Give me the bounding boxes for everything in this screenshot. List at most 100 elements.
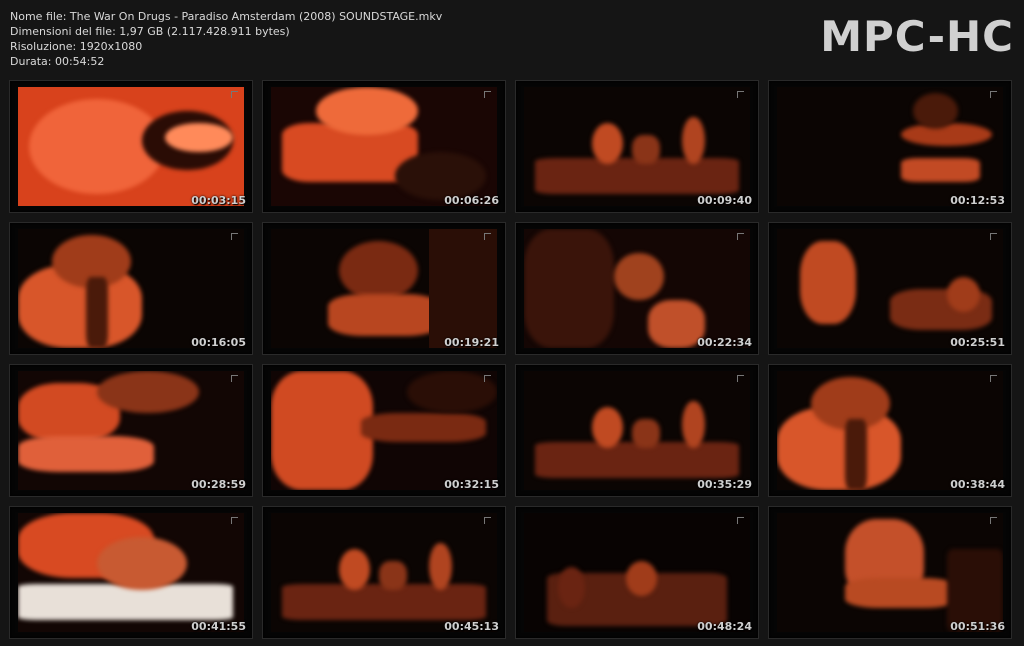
corner-mark-icon xyxy=(990,375,997,382)
thumbnail-frame xyxy=(271,371,497,490)
corner-mark-icon xyxy=(231,233,238,240)
thumbnail-frame xyxy=(524,87,750,206)
scene-shape xyxy=(395,152,486,201)
thumbnail-frame xyxy=(18,87,244,206)
scene-shape xyxy=(361,412,486,443)
scene-shape xyxy=(379,560,407,591)
scene-shape xyxy=(429,229,497,348)
scene-shape xyxy=(535,158,739,195)
thumbnail-frame xyxy=(777,513,1003,632)
thumbnail: 00:25:51 xyxy=(768,222,1012,355)
scene-shape xyxy=(799,240,857,325)
scene-shape xyxy=(338,240,418,301)
file-name: Nome file: The War On Drugs - Paradiso A… xyxy=(10,10,443,23)
scene-shape xyxy=(282,584,486,621)
thumbnail-frame xyxy=(524,371,750,490)
scene-shape xyxy=(682,116,705,165)
scene-shape xyxy=(271,371,373,490)
thumbnail: 00:09:40 xyxy=(515,80,759,213)
corner-mark-icon xyxy=(737,517,744,524)
scene-shape xyxy=(632,134,660,165)
timestamp: 00:28:59 xyxy=(191,478,246,491)
timestamp: 00:51:36 xyxy=(950,620,1005,633)
timestamp: 00:12:53 xyxy=(950,194,1005,207)
corner-mark-icon xyxy=(737,375,744,382)
corner-mark-icon xyxy=(484,91,491,98)
corner-mark-icon xyxy=(231,375,238,382)
scene-shape xyxy=(316,87,418,135)
scene-shape xyxy=(614,252,665,301)
corner-mark-icon xyxy=(484,517,491,524)
file-resolution: Risoluzione: 1920x1080 xyxy=(10,40,143,53)
thumbnail: 00:32:15 xyxy=(262,364,506,497)
thumbnail-grid: 00:03:15 00:06:26 00:09:40 00:12:53 00:16:05… xyxy=(9,80,1012,639)
thumbnail-frame xyxy=(18,229,244,348)
timestamp: 00:09:40 xyxy=(697,194,752,207)
corner-mark-icon xyxy=(484,375,491,382)
thumbnail: 00:48:24 xyxy=(515,506,759,639)
thumbnail-frame xyxy=(271,513,497,632)
corner-mark-icon xyxy=(737,233,744,240)
thumbnail: 00:06:26 xyxy=(262,80,506,213)
thumbnail: 00:16:05 xyxy=(9,222,253,355)
thumbnail-frame xyxy=(18,513,244,632)
timestamp: 00:45:13 xyxy=(444,620,499,633)
scene-shape xyxy=(844,418,868,490)
thumbnail-frame xyxy=(777,229,1003,348)
scene-shape xyxy=(18,584,233,621)
scene-shape xyxy=(632,418,660,449)
scene-shape xyxy=(97,371,199,413)
corner-mark-icon xyxy=(990,91,997,98)
scene-shape xyxy=(429,542,452,591)
thumbnail-frame xyxy=(271,229,497,348)
scene-shape xyxy=(85,276,109,348)
timestamp: 00:48:24 xyxy=(697,620,752,633)
file-duration: Durata: 00:54:52 xyxy=(10,55,105,68)
timestamp: 00:22:34 xyxy=(697,336,752,349)
timestamp: 00:38:44 xyxy=(950,478,1005,491)
corner-mark-icon xyxy=(231,91,238,98)
scene-shape xyxy=(777,87,1003,206)
thumbnail: 00:41:55 xyxy=(9,506,253,639)
timestamp: 00:19:21 xyxy=(444,336,499,349)
corner-mark-icon xyxy=(990,233,997,240)
thumbnail-frame xyxy=(271,87,497,206)
scene-shape xyxy=(682,400,705,449)
thumbnail: 00:45:13 xyxy=(262,506,506,639)
thumbnail: 00:51:36 xyxy=(768,506,1012,639)
thumbnail: 00:35:29 xyxy=(515,364,759,497)
scene-shape xyxy=(844,578,958,609)
file-size: Dimensioni del file: 1,97 GB (2.117.428.… xyxy=(10,25,290,38)
scene-shape xyxy=(901,158,981,183)
timestamp: 00:06:26 xyxy=(444,194,499,207)
corner-mark-icon xyxy=(484,233,491,240)
scene-shape xyxy=(557,566,585,609)
thumbnail: 00:28:59 xyxy=(9,364,253,497)
timestamp: 00:16:05 xyxy=(191,336,246,349)
thumbnail: 00:22:34 xyxy=(515,222,759,355)
timestamp: 00:32:15 xyxy=(444,478,499,491)
thumbnail: 00:12:53 xyxy=(768,80,1012,213)
scene-shape xyxy=(535,442,739,479)
scene-shape xyxy=(18,436,154,473)
corner-mark-icon xyxy=(737,91,744,98)
scene-shape xyxy=(327,294,441,337)
thumbnail-frame xyxy=(777,87,1003,206)
thumbnail-frame xyxy=(524,229,750,348)
corner-mark-icon xyxy=(990,517,997,524)
scene-shape xyxy=(524,229,615,348)
timestamp: 00:35:29 xyxy=(697,478,752,491)
corner-mark-icon xyxy=(231,517,238,524)
thumbnail: 00:19:21 xyxy=(262,222,506,355)
file-info: Nome file: The War On Drugs - Paradiso A… xyxy=(10,9,442,69)
thumbnail-frame xyxy=(777,371,1003,490)
scene-shape xyxy=(164,122,233,153)
timestamp: 00:03:15 xyxy=(191,194,246,207)
timestamp: 00:25:51 xyxy=(950,336,1005,349)
timestamp: 00:41:55 xyxy=(191,620,246,633)
thumbnail: 00:03:15 xyxy=(9,80,253,213)
thumbnail-frame xyxy=(18,371,244,490)
thumbnail: 00:38:44 xyxy=(768,364,1012,497)
scene-shape xyxy=(912,92,958,129)
thumbnail-frame xyxy=(524,513,750,632)
